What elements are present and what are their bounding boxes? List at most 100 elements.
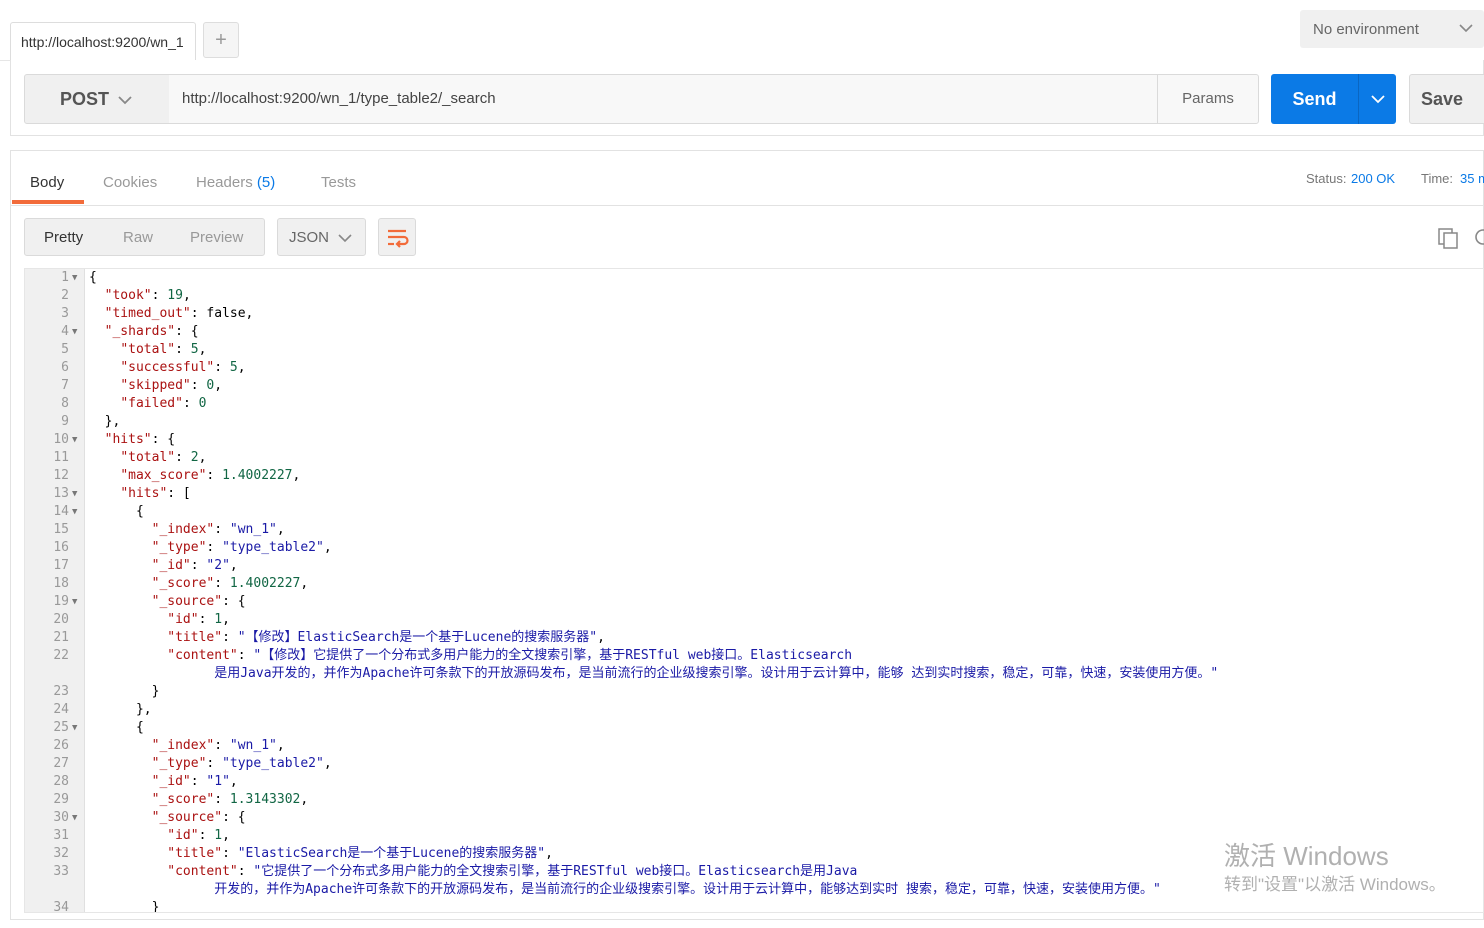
- url-input[interactable]: http://localhost:9200/wn_1/type_table2/_…: [169, 74, 1158, 124]
- code-text: },: [89, 414, 121, 429]
- top-bar: http://localhost:9200/wn_1 + No environm…: [0, 0, 1484, 61]
- chevron-down-icon: [1371, 95, 1385, 104]
- time-label: Time:: [1421, 171, 1454, 186]
- format-pretty[interactable]: Pretty: [44, 229, 83, 246]
- code-line: 7 "skipped": 0,: [25, 377, 1483, 395]
- code-text: "content": "它提供了一个分布式多用户能力的全文搜索引擎，基于REST…: [167, 864, 858, 879]
- wrap-lines-button[interactable]: [378, 218, 416, 256]
- line-number: 3: [61, 306, 69, 321]
- fold-arrow-icon[interactable]: ▼: [72, 431, 82, 449]
- line-number: 10: [53, 432, 69, 447]
- code-text: "took": 19,: [104, 288, 191, 303]
- code-text: "content": "【修改】它提供了一个分布式多用户能力的全文搜索引擎，基于…: [167, 648, 853, 663]
- code-line: 19 ▼ "_source": {: [25, 593, 1483, 611]
- line-number: 2: [61, 288, 69, 303]
- chevron-down-icon: [118, 96, 132, 105]
- code-line: 20 "id": 1,: [25, 611, 1483, 629]
- code-text: "_score": 1.3143302,: [151, 792, 309, 807]
- line-number: 4: [61, 324, 69, 339]
- format-toggle-group: Pretty Raw Preview: [24, 218, 265, 256]
- line-number: 34: [53, 900, 69, 913]
- new-tab-button[interactable]: +: [203, 22, 239, 58]
- line-number: 1: [61, 270, 69, 285]
- fold-arrow-icon[interactable]: ▼: [72, 485, 82, 503]
- line-number: 15: [53, 522, 69, 537]
- params-button[interactable]: Params: [1157, 74, 1259, 124]
- fold-arrow-icon[interactable]: ▼: [72, 503, 82, 521]
- line-number: 14: [53, 504, 69, 519]
- code-text: "total": 5,: [120, 342, 207, 357]
- copy-icon[interactable]: [1436, 226, 1460, 250]
- fold-arrow-icon[interactable]: ▼: [72, 323, 82, 341]
- status-value: 200 OK: [1351, 171, 1396, 186]
- line-number: 30: [53, 810, 69, 825]
- save-label: Save: [1421, 89, 1464, 109]
- status-label: Status:: [1306, 171, 1347, 186]
- url-text: http://localhost:9200/wn_1/type_table2/_…: [182, 90, 496, 107]
- time-value: 35 ms: [1460, 171, 1484, 186]
- fold-arrow-icon[interactable]: ▼: [72, 269, 82, 287]
- fold-arrow-icon[interactable]: ▼: [72, 809, 82, 827]
- code-text: "_id": "1",: [151, 774, 238, 789]
- line-number: 5: [61, 342, 69, 357]
- line-number: 6: [61, 360, 69, 375]
- active-tab-indicator: [12, 200, 84, 204]
- windows-activation-watermark-title: 激活 Windows: [1224, 841, 1389, 871]
- line-number: 24: [53, 702, 69, 717]
- code-line: 1 ▼ {: [25, 269, 1483, 287]
- line-number: 12: [53, 468, 69, 483]
- code-text: "id": 1,: [167, 612, 230, 627]
- code-text: "successful": 5,: [120, 360, 246, 375]
- send-button[interactable]: Send: [1271, 74, 1358, 124]
- fold-arrow-icon[interactable]: ▼: [72, 719, 82, 737]
- code-text: "failed": 0: [120, 396, 207, 411]
- code-text: }: [89, 684, 160, 699]
- code-line: 13 ▼ "hits": [: [25, 485, 1483, 503]
- fold-arrow-icon[interactable]: ▼: [72, 593, 82, 611]
- code-text: "_type": "type_table2",: [151, 540, 332, 555]
- language-select[interactable]: JSON: [277, 218, 366, 256]
- tab-tests[interactable]: Tests: [321, 174, 356, 191]
- line-number: 32: [53, 846, 69, 861]
- tab-cookies[interactable]: Cookies: [103, 174, 157, 191]
- code-line: 14 ▼ {: [25, 503, 1483, 521]
- code-line: 30 ▼ "_source": {: [25, 809, 1483, 827]
- wrap-lines-icon: [388, 229, 409, 248]
- code-text: "_index": "wn_1",: [151, 738, 285, 753]
- method-label: POST: [60, 89, 110, 109]
- tab-headers[interactable]: Headers (5): [196, 174, 275, 191]
- line-number: 9: [61, 414, 69, 429]
- code-line: 26 "_index": "wn_1",: [25, 737, 1483, 755]
- response-body-editor[interactable]: 1 ▼{2 "took": 19, 3 "timed_out": false, 4 ▼ …: [24, 268, 1484, 913]
- line-number: 21: [53, 630, 69, 645]
- code-line: 29 "_score": 1.3143302,: [25, 791, 1483, 809]
- code-line: 22 "content": "【修改】它提供了一个分布式多用户能力的全文搜索引擎…: [25, 647, 1483, 683]
- code-line: 21 "title": "【修改】ElasticSearch是一个基于Lucen…: [25, 629, 1483, 647]
- format-raw[interactable]: Raw: [123, 229, 153, 246]
- code-line: 17 "_id": "2",: [25, 557, 1483, 575]
- line-number: 16: [53, 540, 69, 555]
- code-text-wrapped: 开发的，并作为Apache许可条款下的开放源码发布，是当前流行的企业级搜索引擎。…: [89, 882, 1161, 897]
- request-tab[interactable]: http://localhost:9200/wn_1: [10, 22, 196, 60]
- search-icon[interactable]: [1472, 226, 1484, 250]
- code-text: "_score": 1.4002227,: [151, 576, 309, 591]
- method-select[interactable]: POST: [24, 74, 170, 124]
- line-number: 17: [53, 558, 69, 573]
- line-number: 25: [53, 720, 69, 735]
- environment-select[interactable]: No environment: [1300, 10, 1484, 48]
- windows-activation-watermark-text: 转到"设置"以激活 Windows。: [1224, 875, 1446, 894]
- chevron-down-icon: [338, 234, 352, 243]
- tab-body[interactable]: Body: [30, 174, 64, 191]
- code-line: 15 "_index": "wn_1",: [25, 521, 1483, 539]
- line-number: 31: [53, 828, 69, 843]
- code-text: "skipped": 0,: [120, 378, 223, 393]
- code-text: {: [89, 504, 144, 519]
- send-options-button[interactable]: [1358, 74, 1396, 124]
- format-preview[interactable]: Preview: [190, 229, 243, 246]
- code-line: 11 "total": 2,: [25, 449, 1483, 467]
- chevron-down-icon: [1459, 24, 1473, 33]
- line-number: 27: [53, 756, 69, 771]
- save-button[interactable]: Save: [1409, 74, 1484, 124]
- headers-count: (5): [256, 174, 276, 191]
- code-line: 12 "max_score": 1.4002227,: [25, 467, 1483, 485]
